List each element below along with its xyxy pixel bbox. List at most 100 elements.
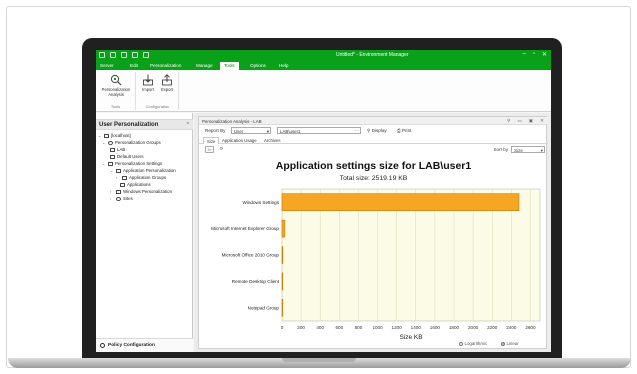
globe-icon <box>116 196 121 201</box>
export-button[interactable]: Export <box>158 74 176 92</box>
document-area: Personalization Analysis - LAB ⚲ ▭ ▣ ✕ R… <box>194 113 551 352</box>
logarithmic-radio[interactable]: Logarithmic <box>459 341 487 346</box>
y-category-label: Remote Desktop Client <box>232 279 280 284</box>
expand-icon[interactable]: › <box>110 189 114 194</box>
maximize-button[interactable]: ▫ <box>533 51 535 58</box>
x-tick-label: 1600 <box>430 325 441 330</box>
tree-node-personalization-settings[interactable]: ⌄ Personalization Settings <box>102 161 162 166</box>
tree-node-application-personalization[interactable]: ⌄ Application Personalization <box>110 168 176 173</box>
collapse-icon[interactable]: ⌄ <box>98 133 102 138</box>
menu-personalization[interactable]: Personalization <box>150 63 181 68</box>
collapse-icon[interactable]: ⌄ <box>102 140 106 145</box>
ribbon-group-configuration: Import Export Configuration <box>137 72 179 110</box>
x-tick-label: 2000 <box>468 325 479 330</box>
new-icon[interactable] <box>121 52 127 58</box>
personalization-analysis-label: Personalization Analysis <box>101 87 131 97</box>
x-tick-label: 2600 <box>525 325 536 330</box>
window-controls: – ▫ ✕ <box>522 51 547 58</box>
linear-radio[interactable]: Linear <box>501 341 519 346</box>
title-bar: Untitled* - Environment Manager – ▫ ✕ <box>96 50 551 61</box>
panel-header: User Personalization ⌃ <box>96 119 193 130</box>
x-tick-label: 2400 <box>506 325 517 330</box>
x-tick-label: 0 <box>281 325 284 330</box>
laptop-notch <box>282 358 356 362</box>
policy-configuration-button[interactable]: Policy Configuration <box>96 338 193 352</box>
tree-node-localhost[interactable]: ⌄ [localhost] <box>98 133 131 138</box>
bar-chart: 0 200 400 600 800 1000 1200 1400 1600 1800 2000 220… <box>211 188 541 341</box>
folder-icon <box>110 147 115 152</box>
bar <box>281 299 284 317</box>
folder-icon <box>122 175 127 180</box>
menu-help[interactable]: Help <box>279 63 288 68</box>
open-icon[interactable] <box>110 52 116 58</box>
import-button[interactable]: Import <box>139 74 157 92</box>
bar <box>281 246 284 264</box>
menu-options[interactable]: Options <box>250 63 266 68</box>
tree-node-default-users[interactable]: Default Users <box>110 154 144 159</box>
undo-icon[interactable] <box>132 52 138 58</box>
folder-icon <box>120 182 125 187</box>
app-window: Untitled* - Environment Manager – ▫ ✕ Se… <box>96 50 551 352</box>
ribbon-group-tools: Personalization Analysis Tools <box>96 72 136 110</box>
close-button[interactable]: ✕ <box>542 51 547 58</box>
save-icon[interactable] <box>99 52 105 58</box>
x-tick-label: 1800 <box>449 325 460 330</box>
bar <box>281 272 284 291</box>
collapse-icon[interactable]: ⌄ <box>110 168 114 173</box>
x-tick-label: 800 <box>355 325 363 330</box>
x-tick-label: 1000 <box>372 325 383 330</box>
folder-icon <box>110 154 115 159</box>
policy-configuration-label: Policy Configuration <box>108 343 155 348</box>
expand-icon[interactable]: › <box>110 196 114 201</box>
expand-icon[interactable]: › <box>116 175 120 180</box>
x-tick-label: 600 <box>335 325 343 330</box>
menu-tools[interactable]: Tools <box>220 62 239 70</box>
window-title: Untitled* - Environment Manager <box>336 52 409 58</box>
y-category-label: Windows Settings <box>242 200 279 205</box>
x-tick-label: 1200 <box>392 325 403 330</box>
pin-icon[interactable]: ⌃ <box>186 122 190 128</box>
menu-edit[interactable]: Edit <box>130 63 138 68</box>
application-icon <box>116 168 121 173</box>
x-tick-label: 2200 <box>487 325 498 330</box>
radio-dot <box>501 341 505 346</box>
scale-options: Logarithmic Linear <box>199 339 548 348</box>
analysis-document: Personalization Analysis - LAB ⚲ ▭ ▣ ✕ R… <box>198 116 548 349</box>
collapse-icon[interactable]: ⌄ <box>102 161 106 166</box>
ribbon-group-label-tools: Tools <box>110 104 121 109</box>
settings-icon <box>108 161 113 166</box>
ribbon-group-label-configuration: Configuration <box>145 104 170 109</box>
minimize-button[interactable]: – <box>522 51 525 58</box>
policy-icon <box>100 343 105 348</box>
menu-manage[interactable]: Manage <box>196 63 213 68</box>
panel-title: User Personalization <box>99 122 159 128</box>
groups-icon <box>108 140 113 145</box>
bar <box>281 193 520 211</box>
x-tick-label: 400 <box>316 325 324 330</box>
navigation-panel: User Personalization ⌃ ⌄ [localhost] ⌄ Per… <box>96 113 193 352</box>
tree-node-windows-personalization[interactable]: › Windows Personalization <box>110 189 172 194</box>
menu-server[interactable]: Server <box>100 63 114 68</box>
y-category-label: Notepad Group <box>248 305 280 310</box>
ribbon: Personalization Analysis Tools Import Ex… <box>96 70 551 112</box>
tree-node-applications[interactable]: Applications <box>120 182 151 187</box>
analysis-icon <box>110 74 122 86</box>
tree-node-application-groups[interactable]: › Application Groups <box>116 175 166 180</box>
y-category-label: Microsoft Office 2010 Group <box>222 253 280 258</box>
radio-dot <box>459 341 463 346</box>
import-label: Import <box>142 87 154 92</box>
quick-access-toolbar <box>99 52 149 58</box>
x-tick-label: 1400 <box>411 325 422 330</box>
tree-node-personalization-groups[interactable]: ⌄ Personalization Groups <box>102 140 161 145</box>
redo-icon[interactable] <box>143 52 149 58</box>
export-icon <box>162 74 172 86</box>
export-label: Export <box>160 87 174 92</box>
personalization-analysis-button[interactable]: Personalization Analysis <box>98 74 134 97</box>
bar <box>281 219 286 238</box>
y-category-label: Microsoft Internet Explorer Group <box>211 226 279 231</box>
windows-icon <box>116 189 121 194</box>
tree-node-lab[interactable]: LAB <box>110 147 125 152</box>
tree-node-sites[interactable]: › Sites <box>110 196 133 201</box>
x-tick-label: 200 <box>297 325 305 330</box>
import-icon <box>143 74 153 86</box>
